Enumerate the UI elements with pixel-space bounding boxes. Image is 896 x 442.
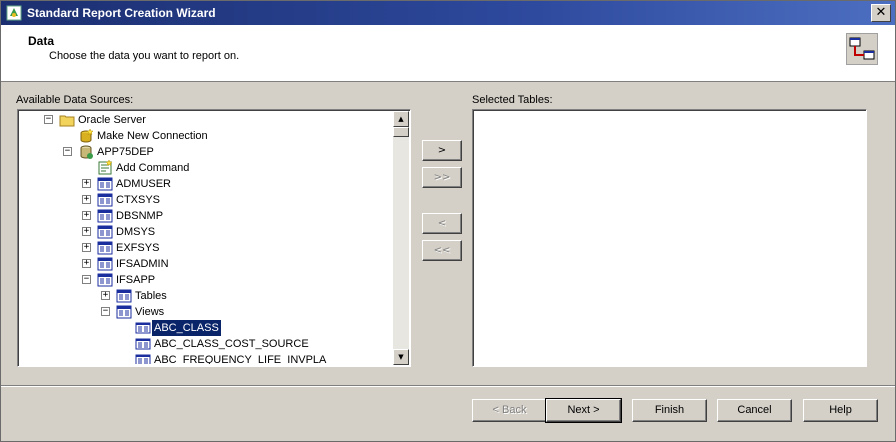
- tree-item-label: IFSAPP: [116, 274, 156, 286]
- collapse-icon[interactable]: −: [101, 307, 110, 316]
- tree-item[interactable]: + IFSADMIN: [20, 256, 392, 272]
- schema-icon: [97, 272, 113, 288]
- wizard-header: Data Choose the data you want to report …: [1, 25, 895, 82]
- selected-tables-list[interactable]: [472, 109, 867, 367]
- scroll-up-arrow-icon: ▲: [398, 115, 404, 123]
- tree-item-label: ABC_FREQUENCY_LIFE_INVPLA: [154, 354, 327, 364]
- folder-icon: [59, 112, 75, 128]
- tree-item-label: ABC_CLASS_COST_SOURCE: [154, 338, 309, 350]
- tree-content: − Oracle Server Make New Connection − APP75D…: [20, 112, 392, 364]
- remove-all-tables-button[interactable]: <<: [422, 240, 462, 261]
- wizard-window: Standard Report Creation Wizard ✕ Data C…: [0, 0, 896, 442]
- collapse-icon[interactable]: −: [63, 147, 72, 156]
- collapse-icon[interactable]: −: [44, 115, 53, 124]
- schema-icon: [116, 304, 132, 320]
- tree-item[interactable]: Add Command: [20, 159, 392, 176]
- expand-icon[interactable]: +: [82, 227, 91, 236]
- cancel-button[interactable]: Cancel: [717, 399, 792, 422]
- back-button[interactable]: < Back: [472, 399, 547, 422]
- tree-item[interactable]: + ADMUSER: [20, 176, 392, 192]
- remove-table-button[interactable]: <: [422, 213, 462, 234]
- tree-item[interactable]: + DMSYS: [20, 224, 392, 240]
- tree-item-label: ABC_CLASS: [152, 320, 221, 336]
- schema-icon: [97, 240, 113, 256]
- footer-divider: [1, 385, 895, 387]
- tree-item[interactable]: + CTXSYS: [20, 192, 392, 208]
- help-button[interactable]: Help: [803, 399, 878, 422]
- next-button[interactable]: Next >: [545, 398, 622, 423]
- tree-item[interactable]: − Views: [20, 304, 392, 320]
- tree-item-label: IFSADMIN: [116, 258, 169, 270]
- collapse-icon[interactable]: −: [82, 275, 91, 284]
- tree-item-label: Oracle Server: [78, 114, 146, 126]
- view-icon: [135, 320, 151, 336]
- schema-icon: [116, 288, 132, 304]
- view-icon: [135, 336, 151, 352]
- scroll-down-button[interactable]: ▼: [393, 349, 409, 365]
- tree-item-label: EXFSYS: [116, 242, 160, 254]
- tree-item[interactable]: ABC_CLASS_COST_SOURCE: [20, 336, 392, 352]
- finish-button[interactable]: Finish: [632, 399, 707, 422]
- selected-tables-label: Selected Tables:: [472, 94, 553, 106]
- tree-item[interactable]: + DBSNMP: [20, 208, 392, 224]
- available-data-sources-tree[interactable]: − Oracle Server Make New Connection − APP75D…: [17, 109, 411, 367]
- tree-item-label: DBSNMP: [116, 210, 164, 222]
- page-title: Data: [28, 34, 55, 48]
- scroll-down-arrow-icon: ▼: [398, 353, 404, 361]
- available-data-sources-label: Available Data Sources:: [16, 94, 134, 106]
- tree-item-label: CTXSYS: [116, 194, 161, 206]
- expand-icon[interactable]: +: [82, 195, 91, 204]
- tree-vertical-scrollbar[interactable]: ▲ ▼: [393, 111, 409, 365]
- tree-item[interactable]: ABC_CLASS: [20, 320, 392, 336]
- expand-icon[interactable]: +: [82, 211, 91, 220]
- tree-item-label: Views: [135, 306, 165, 318]
- tree-item[interactable]: − APP75DEP: [20, 144, 392, 160]
- scroll-up-button[interactable]: ▲: [393, 111, 409, 127]
- schema-icon: [97, 256, 113, 272]
- tree-item-label: Make New Connection: [97, 130, 208, 142]
- tree-item-label: APP75DEP: [97, 146, 154, 158]
- schema-icon: [97, 224, 113, 240]
- title-bar: Standard Report Creation Wizard ✕: [1, 1, 895, 25]
- tree-item[interactable]: + EXFSYS: [20, 240, 392, 256]
- close-icon: ✕: [875, 5, 887, 20]
- tree-item[interactable]: Make New Connection: [20, 128, 392, 144]
- new-connection-icon: [78, 128, 94, 144]
- expand-icon[interactable]: +: [82, 179, 91, 188]
- expand-icon[interactable]: +: [82, 243, 91, 252]
- data-linking-icon: [846, 33, 878, 65]
- tree-item-label: Tables: [135, 290, 167, 302]
- tree-item-label: ADMUSER: [116, 178, 172, 190]
- app-icon: [6, 5, 22, 21]
- tree-item[interactable]: ABC_FREQUENCY_LIFE_INVPLA: [20, 352, 392, 364]
- schema-icon: [97, 208, 113, 224]
- tree-item[interactable]: + Tables: [20, 288, 392, 304]
- expand-icon[interactable]: +: [82, 259, 91, 268]
- tree-item-label: Add Command: [116, 162, 190, 174]
- page-subtitle: Choose the data you want to report on.: [49, 50, 240, 62]
- close-button[interactable]: ✕: [871, 4, 891, 22]
- tree-item[interactable]: − Oracle Server: [20, 112, 392, 128]
- add-table-button[interactable]: >: [422, 140, 462, 161]
- add-all-tables-button[interactable]: >>: [422, 167, 462, 188]
- view-icon: [135, 352, 151, 364]
- schema-icon: [97, 192, 113, 208]
- scroll-thumb[interactable]: [393, 127, 409, 137]
- expand-icon[interactable]: +: [101, 291, 110, 300]
- add-command-icon: [97, 159, 113, 176]
- schema-icon: [97, 176, 113, 192]
- tree-item[interactable]: − IFSAPP: [20, 272, 392, 288]
- tree-item-label: DMSYS: [116, 226, 156, 238]
- window-title: Standard Report Creation Wizard: [27, 6, 216, 20]
- database-icon: [78, 144, 94, 160]
